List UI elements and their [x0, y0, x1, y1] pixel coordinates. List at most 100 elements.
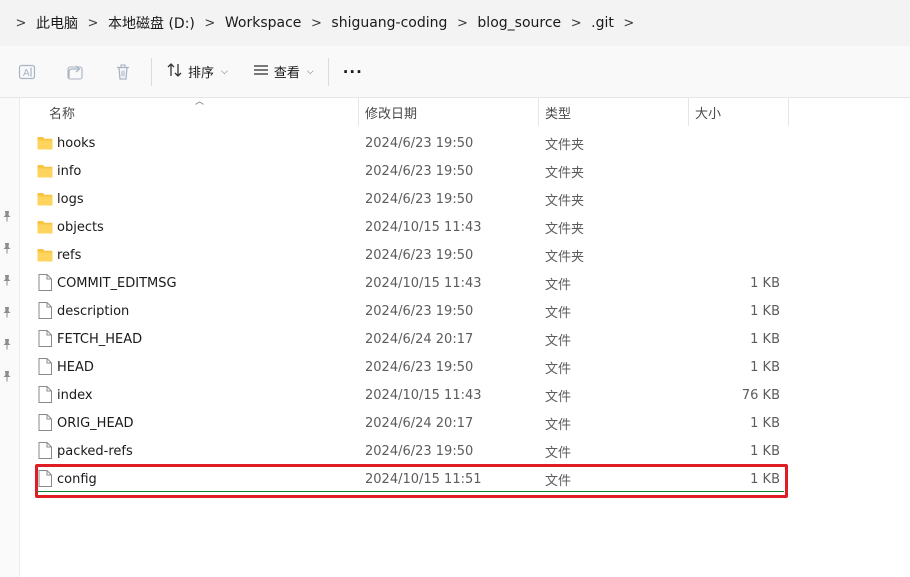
column-divider[interactable]	[688, 98, 689, 126]
chevron-right-icon[interactable]: >	[565, 16, 587, 31]
navigation-pane-edge	[0, 98, 20, 577]
file-type: 文件夹	[545, 193, 585, 209]
file-size: 1 KB	[750, 415, 780, 431]
file-modified-date: 2024/6/23 19:50	[365, 303, 474, 319]
folder-icon	[37, 248, 53, 262]
file-size: 1 KB	[750, 275, 780, 291]
pin-icon[interactable]	[2, 274, 14, 286]
breadcrumb-this-pc[interactable]: 此电脑	[32, 13, 82, 33]
file-modified-date: 2024/6/23 19:50	[365, 135, 474, 151]
column-header-size[interactable]: 大小	[695, 98, 721, 126]
file-row[interactable]: hooks 2024/6/23 19:50 文件夹	[30, 129, 790, 157]
file-type: 文件	[545, 277, 572, 293]
command-bar: A 排序 ⌵ 查看 ⌵ ···	[0, 46, 910, 98]
column-header-name[interactable]: 名称	[49, 98, 75, 126]
file-row[interactable]: logs 2024/6/23 19:50 文件夹	[30, 185, 790, 213]
column-divider[interactable]	[358, 98, 359, 126]
file-modified-date: 2024/6/23 19:50	[365, 163, 474, 179]
file-icon	[38, 358, 54, 375]
file-name: ORIG_HEAD	[57, 415, 134, 431]
chevron-right-icon[interactable]: >	[305, 16, 327, 31]
file-name: packed-refs	[57, 443, 133, 459]
sort-ascending-icon: ︿	[195, 97, 205, 107]
chevron-right-icon[interactable]: >	[451, 16, 473, 31]
sort-button[interactable]: 排序 ⌵	[166, 62, 228, 82]
share-icon[interactable]	[64, 61, 86, 83]
file-name: logs	[57, 191, 84, 207]
pin-icon[interactable]	[2, 370, 14, 382]
file-type: 文件	[545, 305, 572, 321]
file-row[interactable]: FETCH_HEAD 2024/6/24 20:17 文件 1 KB	[30, 325, 790, 353]
more-options-button[interactable]: ···	[343, 63, 363, 81]
breadcrumb-local-disk[interactable]: 本地磁盘 (D:)	[104, 13, 199, 33]
pin-icon[interactable]	[2, 210, 14, 222]
chevron-right-icon[interactable]: >	[618, 16, 640, 31]
view-button[interactable]: 查看 ⌵	[252, 62, 314, 82]
breadcrumb-blog-source[interactable]: blog_source	[473, 15, 565, 31]
pin-icon[interactable]	[2, 242, 14, 254]
file-type: 文件夹	[545, 249, 585, 265]
chevron-down-icon: ⌵	[221, 66, 228, 77]
file-row[interactable]: HEAD 2024/6/23 19:50 文件 1 KB	[30, 353, 790, 381]
file-row[interactable]: packed-refs 2024/6/23 19:50 文件 1 KB	[30, 437, 790, 465]
file-icon	[38, 330, 54, 347]
breadcrumb-git[interactable]: .git	[587, 15, 618, 31]
column-header-date[interactable]: 修改日期	[365, 98, 417, 126]
file-type: 文件	[545, 361, 572, 377]
file-name: HEAD	[57, 359, 94, 375]
file-modified-date: 2024/10/15 11:43	[365, 387, 482, 403]
file-modified-date: 2024/10/15 11:43	[365, 219, 482, 235]
file-modified-date: 2024/10/15 11:43	[365, 275, 482, 291]
file-type: 文件	[545, 417, 572, 433]
file-name: info	[57, 163, 82, 179]
file-row[interactable]: info 2024/6/23 19:50 文件夹	[30, 157, 790, 185]
file-icon	[38, 274, 54, 291]
folder-icon	[37, 136, 53, 150]
file-modified-date: 2024/6/24 20:17	[365, 331, 474, 347]
file-name: description	[57, 303, 130, 319]
file-icon	[38, 302, 54, 319]
chevron-right-icon[interactable]: >	[199, 16, 221, 31]
file-size: 1 KB	[750, 303, 780, 319]
pin-icon[interactable]	[2, 338, 14, 350]
file-icon	[38, 442, 54, 459]
view-list-icon	[252, 62, 270, 82]
file-type: 文件	[545, 389, 572, 405]
rename-icon[interactable]: A	[16, 61, 38, 83]
breadcrumb-shiguang-coding[interactable]: shiguang-coding	[327, 15, 451, 31]
file-row[interactable]: refs 2024/6/23 19:50 文件夹	[30, 241, 790, 269]
chevron-right-icon[interactable]: >	[82, 16, 104, 31]
file-row[interactable]: objects 2024/10/15 11:43 文件夹	[30, 213, 790, 241]
file-type: 文件	[545, 333, 572, 349]
svg-text:A: A	[23, 68, 30, 79]
file-type: 文件	[545, 445, 572, 461]
highlight-box	[35, 464, 788, 498]
toolbar-divider	[151, 57, 152, 86]
file-row[interactable]: ORIG_HEAD 2024/6/24 20:17 文件 1 KB	[30, 409, 790, 437]
file-icon	[38, 386, 54, 403]
file-size: 1 KB	[750, 443, 780, 459]
pin-icon[interactable]	[2, 306, 14, 318]
file-size: 1 KB	[750, 331, 780, 347]
file-modified-date: 2024/6/23 19:50	[365, 247, 474, 263]
folder-icon	[37, 192, 53, 206]
sort-label: 排序	[188, 66, 215, 81]
file-type: 文件夹	[545, 221, 585, 237]
toolbar-divider	[327, 57, 329, 86]
address-bar[interactable]: > 此电脑 > 本地磁盘 (D:) > Workspace > shiguang…	[0, 0, 910, 46]
folder-icon	[37, 164, 53, 178]
column-header-type[interactable]: 类型	[545, 98, 571, 126]
trash-icon[interactable]	[112, 61, 134, 83]
file-row[interactable]: COMMIT_EDITMSG 2024/10/15 11:43 文件 1 KB	[30, 269, 790, 297]
file-type: 文件夹	[545, 137, 585, 153]
column-divider[interactable]	[788, 98, 789, 126]
file-icon	[38, 414, 54, 431]
file-row[interactable]: description 2024/6/23 19:50 文件 1 KB	[30, 297, 790, 325]
file-modified-date: 2024/6/23 19:50	[365, 359, 474, 375]
chevron-right-icon[interactable]: >	[10, 16, 32, 31]
file-name: refs	[57, 247, 82, 263]
breadcrumb-workspace[interactable]: Workspace	[221, 15, 306, 31]
file-row[interactable]: index 2024/10/15 11:43 文件 76 KB	[30, 381, 790, 409]
file-name: FETCH_HEAD	[57, 331, 143, 347]
column-divider[interactable]	[538, 98, 539, 126]
